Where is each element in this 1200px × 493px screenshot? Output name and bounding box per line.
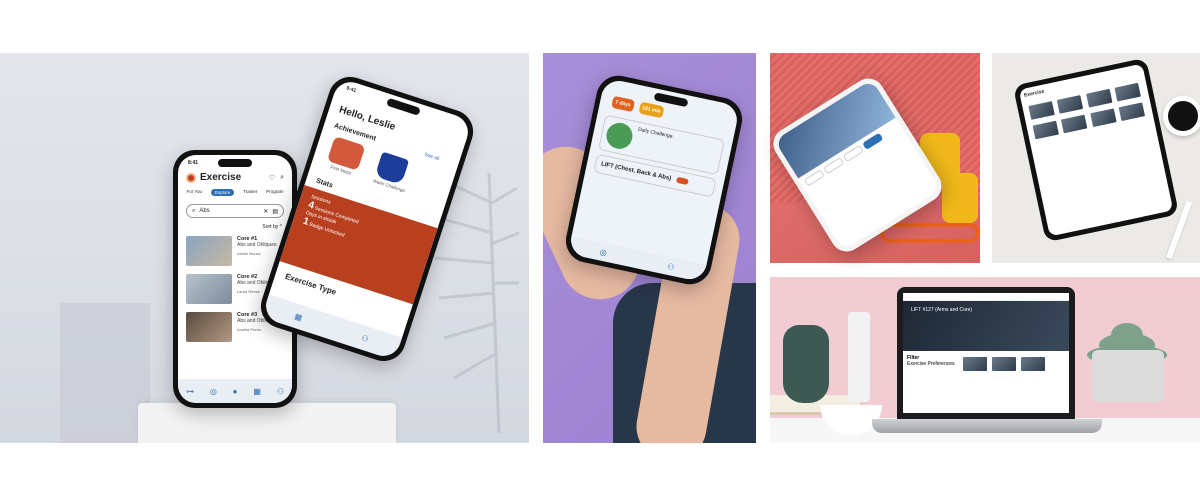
option-chip[interactable]: [823, 156, 845, 175]
exercise-thumbnail[interactable]: [1090, 108, 1117, 128]
calendar-icon[interactable]: ▦: [253, 387, 261, 396]
laptop-screen: LIFT #127 (Arms and Core) Filter Exercis…: [903, 293, 1069, 413]
option-chip[interactable]: [842, 144, 864, 163]
tablet-screen: Exercise: [1018, 63, 1174, 237]
minutes-badge: 121 min: [638, 101, 665, 119]
exercise-thumbnail[interactable]: [1114, 82, 1142, 102]
toggle-switch[interactable]: [676, 176, 690, 186]
exercise-thumbnail[interactable]: [992, 357, 1017, 371]
exercise-thumbnail[interactable]: [1032, 120, 1059, 140]
laptop-base: [872, 419, 1102, 433]
challenge-title: Daily Challenge: [637, 126, 674, 140]
dumbbell-icon[interactable]: ⊶: [186, 387, 194, 396]
display-pedestal: [138, 403, 396, 443]
page-title: Exercise: [200, 172, 242, 183]
streak-badge: 7 days: [611, 95, 635, 112]
exercise-thumbnail: [186, 236, 232, 266]
challenge-image: [604, 120, 635, 152]
search-value: Abs: [199, 208, 210, 214]
plant-pot: [1092, 350, 1164, 402]
phone-screen: 7 days 121 min Daily Challenge LIFT (Che…: [567, 77, 741, 283]
avatar[interactable]: ●: [233, 387, 238, 396]
hero-title: LIFT #127 (Arms and Core): [911, 307, 973, 313]
heart-icon[interactable]: ♡: [269, 174, 275, 182]
card-subtitle: Abs and Obliques: [237, 242, 277, 248]
clear-icon[interactable]: ✕: [263, 208, 268, 215]
filter-icon[interactable]: ▤: [272, 208, 278, 215]
bottom-nav: ⊶ ◎ ● ▦ ⚇: [178, 379, 292, 403]
search-input[interactable]: ⌕ Abs ✕ ▤: [186, 204, 284, 218]
tab-program[interactable]: Program: [266, 189, 283, 196]
search-icon: ⌕: [192, 207, 196, 214]
exercise-thumbnail: [186, 312, 232, 342]
coffee-cup: [1163, 96, 1200, 136]
sort-by-control[interactable]: Sort by ^: [178, 222, 292, 232]
add-user-icon[interactable]: ⚇: [360, 333, 370, 344]
resistance-band: [880, 223, 980, 243]
dumbbell-bottom: [942, 173, 978, 223]
candle-holder: [848, 312, 870, 402]
filter-subtitle: Exercise Preferences: [907, 361, 955, 367]
confirm-button[interactable]: [862, 132, 884, 151]
laptop-navbar: [903, 293, 1069, 301]
exercise-thumbnail[interactable]: [963, 357, 987, 371]
search-icon[interactable]: ⌕: [280, 174, 284, 182]
chevron-up-icon: ^: [279, 224, 282, 230]
add-user-icon[interactable]: ⚇: [277, 387, 284, 396]
exercise-thumbnail[interactable]: [1021, 357, 1046, 371]
add-user-icon[interactable]: ⚇: [666, 261, 675, 271]
tab-trainer[interactable]: Trainer: [243, 189, 257, 196]
hero-banner: LIFT #127 (Arms and Core): [903, 301, 1069, 351]
laptop-exercise-screen: LIFT #127 (Arms and Core) Filter Exercis…: [897, 287, 1075, 419]
exercise-thumbnail[interactable]: [1028, 101, 1055, 120]
app-logo-icon: [186, 172, 196, 183]
card-author: Amelia Peres: [237, 327, 261, 332]
wall-shadow: [60, 303, 150, 443]
exercise-thumbnail[interactable]: [1085, 88, 1113, 108]
exercise-thumbnail[interactable]: [1118, 102, 1146, 122]
lift-label: LIFT (Chest, Back & Abs): [600, 161, 672, 183]
activity-icon[interactable]: ◎: [210, 387, 217, 396]
filter-panel: Filter Exercise Preferences: [907, 355, 957, 374]
calendar-icon[interactable]: ▦: [294, 311, 304, 322]
card-author: Ashim Nunez: [237, 251, 261, 256]
activity-icon[interactable]: ◎: [599, 247, 608, 257]
green-vase: [783, 325, 829, 403]
sort-label: Sort by: [262, 224, 279, 230]
exercise-thumbnail[interactable]: [1057, 94, 1084, 114]
exercise-thumbnail[interactable]: [1061, 114, 1088, 134]
phone-notch: [218, 159, 252, 167]
option-chip[interactable]: [803, 169, 825, 187]
tab-bar: For You Explore Trainer Program: [178, 185, 292, 200]
tab-for-you[interactable]: For You: [186, 189, 202, 196]
collage: 8:41 Exercise ♡ ⌕ For You Explore Traine…: [0, 0, 1200, 493]
tab-explore[interactable]: Explore: [210, 189, 235, 196]
exercise-thumbnail: [186, 274, 232, 304]
